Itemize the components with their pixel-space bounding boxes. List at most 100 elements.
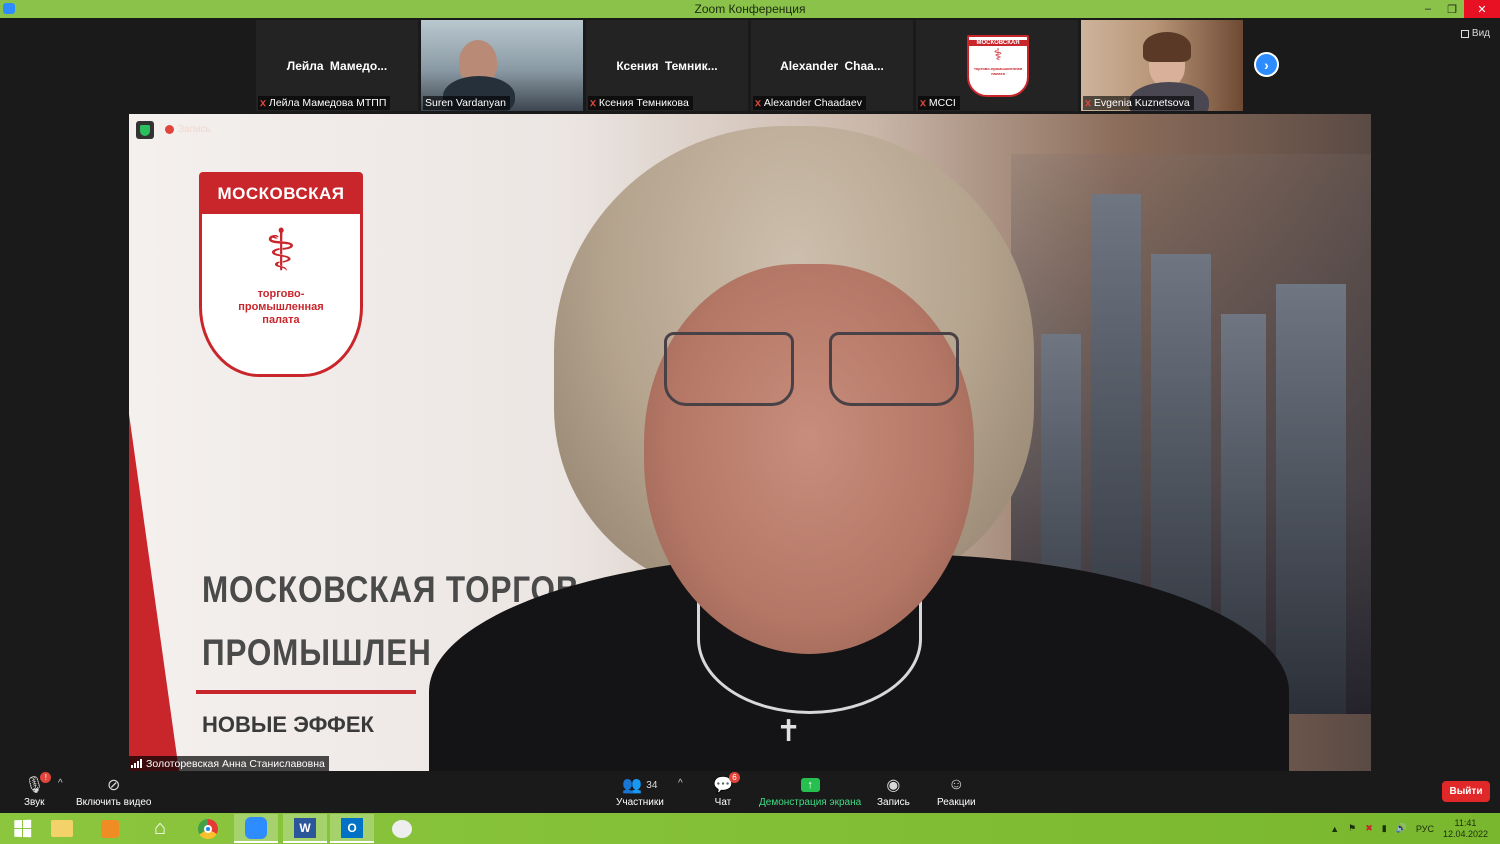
participants-icon: 👥 34	[622, 777, 658, 794]
mic-muted-icon: ⅹ	[920, 97, 926, 109]
participant-name: Alexander Chaadaev	[763, 97, 862, 109]
participant-label: ⅹ Ксения Темникова	[588, 96, 693, 110]
taskbar-zoom[interactable]	[234, 814, 278, 843]
view-button[interactable]: Вид	[1460, 28, 1490, 39]
participant-video-hair	[1143, 32, 1191, 62]
security-shield-icon[interactable]	[136, 121, 154, 139]
window-controls: – ❐ ✕	[1416, 0, 1500, 18]
clock-date: 12.04.2022	[1442, 828, 1488, 839]
reactions-icon: ☺	[948, 776, 965, 793]
maximize-button[interactable]: ❐	[1440, 0, 1464, 18]
mic-muted-icon: ⅹ	[590, 97, 596, 109]
participant-tile[interactable]: МОСКОВСКАЯ ⚕ торгово-промышленная палата…	[916, 20, 1078, 111]
system-tray: ▲ ⚑ ✖ ▮ 🔊 РУС 11:41 12.04.2022	[1330, 813, 1500, 844]
recording-label: Запись	[178, 124, 211, 135]
participant-name: MCCI	[928, 97, 956, 109]
next-page-button[interactable]: ›	[1254, 52, 1279, 77]
close-button[interactable]: ✕	[1464, 0, 1500, 18]
participant-label: ⅹ Evgenia Kuznetsova	[1083, 96, 1194, 110]
participant-center-name: Ксения Темник...	[616, 59, 718, 73]
record-label: Запись	[877, 797, 910, 808]
taskbar-explorer[interactable]	[40, 814, 84, 843]
taskbar-paint[interactable]	[380, 814, 424, 843]
outlook-icon: O	[341, 817, 363, 838]
audio-alert-badge: !	[40, 772, 52, 783]
speaker-name: Золоторевская Анна Станиславовна	[146, 757, 325, 770]
taskbar-word[interactable]: W	[283, 814, 327, 843]
speaker-name-label: Золоторевская Анна Станиславовна	[129, 756, 329, 771]
mcci-logo: МОСКОВСКАЯ ⚕ торгово-промышленная палата	[967, 35, 1029, 97]
chat-label: Чат	[714, 797, 732, 808]
meeting-controls: 🎙! Звук ^ ⊘ Включить видео 👥 34 Участники…	[0, 771, 1500, 813]
clock[interactable]: 11:41 12.04.2022	[1443, 818, 1488, 840]
slide-divider	[196, 690, 416, 694]
start-button[interactable]	[0, 814, 44, 843]
zoom-app-icon	[3, 3, 15, 14]
participant-tile[interactable]: Alexander Chaa... ⅹ Alexander Chaadaev	[751, 20, 913, 111]
participants-label: Участники	[616, 797, 664, 808]
participant-name: Suren Vardanyan	[425, 97, 506, 109]
mic-muted-icon: ⅹ	[1085, 97, 1091, 109]
minimize-button[interactable]: –	[1416, 0, 1440, 18]
share-screen-button[interactable]: ↑ Демонстрация экрана	[759, 775, 861, 808]
participants-options-caret[interactable]: ^	[678, 778, 683, 789]
slide-red-stripe	[129, 414, 179, 771]
participant-strip: Лейла Мамедо... ⅹ Лейла Мамедова МТПП Sur…	[0, 18, 1500, 113]
view-label: Вид	[1471, 28, 1490, 39]
participant-center-name: Лейла Мамедо...	[286, 59, 388, 73]
start-video-button[interactable]: ⊘ Включить видео	[76, 775, 152, 808]
mic-muted-icon: ⅹ	[260, 97, 266, 109]
recording-dot-icon	[165, 125, 174, 134]
zoom-icon	[245, 816, 267, 839]
participants-count: 34	[646, 779, 658, 791]
language-indicator[interactable]: РУС	[1416, 824, 1434, 834]
caduceus-icon: ⚕	[265, 218, 297, 283]
participant-name: Лейла Мамедова МТПП	[268, 97, 387, 109]
taskbar-home[interactable]: ⌂	[138, 814, 182, 843]
signal-strength-icon	[131, 759, 142, 768]
volume-icon[interactable]: 🔊	[1396, 823, 1407, 834]
word-icon: W	[294, 817, 316, 838]
windows-logo-icon	[13, 819, 31, 838]
active-speaker-view[interactable]: МОСКОВСКАЯ ⚕ торгово- промышленная палат…	[129, 114, 1371, 771]
mic-muted-icon: ⅹ	[755, 97, 761, 109]
slide-logo-bar: МОСКОВСКАЯ	[202, 175, 360, 214]
participant-label: ⅹ Alexander Chaadaev	[753, 96, 866, 110]
leave-meeting-button[interactable]: Выйти	[1442, 781, 1490, 802]
slide-subtitle: НОВЫЕ ЭФФЕК	[202, 712, 374, 737]
chat-button[interactable]: 💬 6 Чат	[713, 772, 740, 808]
show-hidden-icons[interactable]: ▲	[1330, 824, 1339, 834]
taskbar-media-player[interactable]	[88, 814, 132, 843]
participant-label: ⅹ MCCI	[918, 96, 960, 110]
participant-tile[interactable]: Suren Vardanyan	[421, 20, 583, 111]
paint-icon	[392, 819, 412, 838]
mcci-logo-text: торгово-промышленная палата	[973, 66, 1023, 76]
audio-button[interactable]: 🎙! Звук	[24, 772, 52, 808]
window-titlebar: Zoom Конференция – ❐ ✕	[0, 0, 1500, 18]
taskbar-outlook[interactable]: O	[330, 814, 374, 843]
taskbar-chrome[interactable]	[186, 814, 230, 843]
antivirus-icon[interactable]: ✖	[1365, 823, 1373, 834]
share-label: Демонстрация экрана	[759, 797, 862, 808]
recording-indicator: Запись	[165, 124, 211, 135]
record-button[interactable]: ◉ Запись	[877, 775, 910, 808]
chat-icon: 💬 6	[713, 772, 740, 795]
caduceus-icon: ⚕	[993, 47, 1003, 64]
audio-label: Звук	[24, 797, 45, 808]
media-player-icon	[101, 819, 119, 838]
flag-icon[interactable]: ⚑	[1348, 823, 1356, 834]
reactions-button[interactable]: ☺ Реакции	[937, 775, 976, 808]
slide-logo-text: торгово- промышленная палата	[238, 288, 324, 326]
participant-tile[interactable]: Лейла Мамедо... ⅹ Лейла Мамедова МТПП	[256, 20, 418, 111]
participant-tile[interactable]: Ксения Темник... ⅹ Ксения Темникова	[586, 20, 748, 111]
audio-options-caret[interactable]: ^	[58, 778, 63, 789]
home-icon: ⌂	[153, 817, 167, 839]
network-icon[interactable]: ▮	[1382, 823, 1387, 834]
video-label: Включить видео	[76, 797, 152, 808]
windows-taskbar: ⌂ W O ▲ ⚑ ✖ ▮ 🔊 РУС 11:41 12.04.2022	[0, 813, 1500, 844]
speaker-face	[644, 264, 974, 654]
glasses-right	[829, 332, 959, 406]
participants-button[interactable]: 👥 34 Участники	[616, 775, 664, 808]
participant-tile[interactable]: ⅹ Evgenia Kuznetsova	[1081, 20, 1243, 111]
chat-badge: 6	[728, 772, 740, 783]
